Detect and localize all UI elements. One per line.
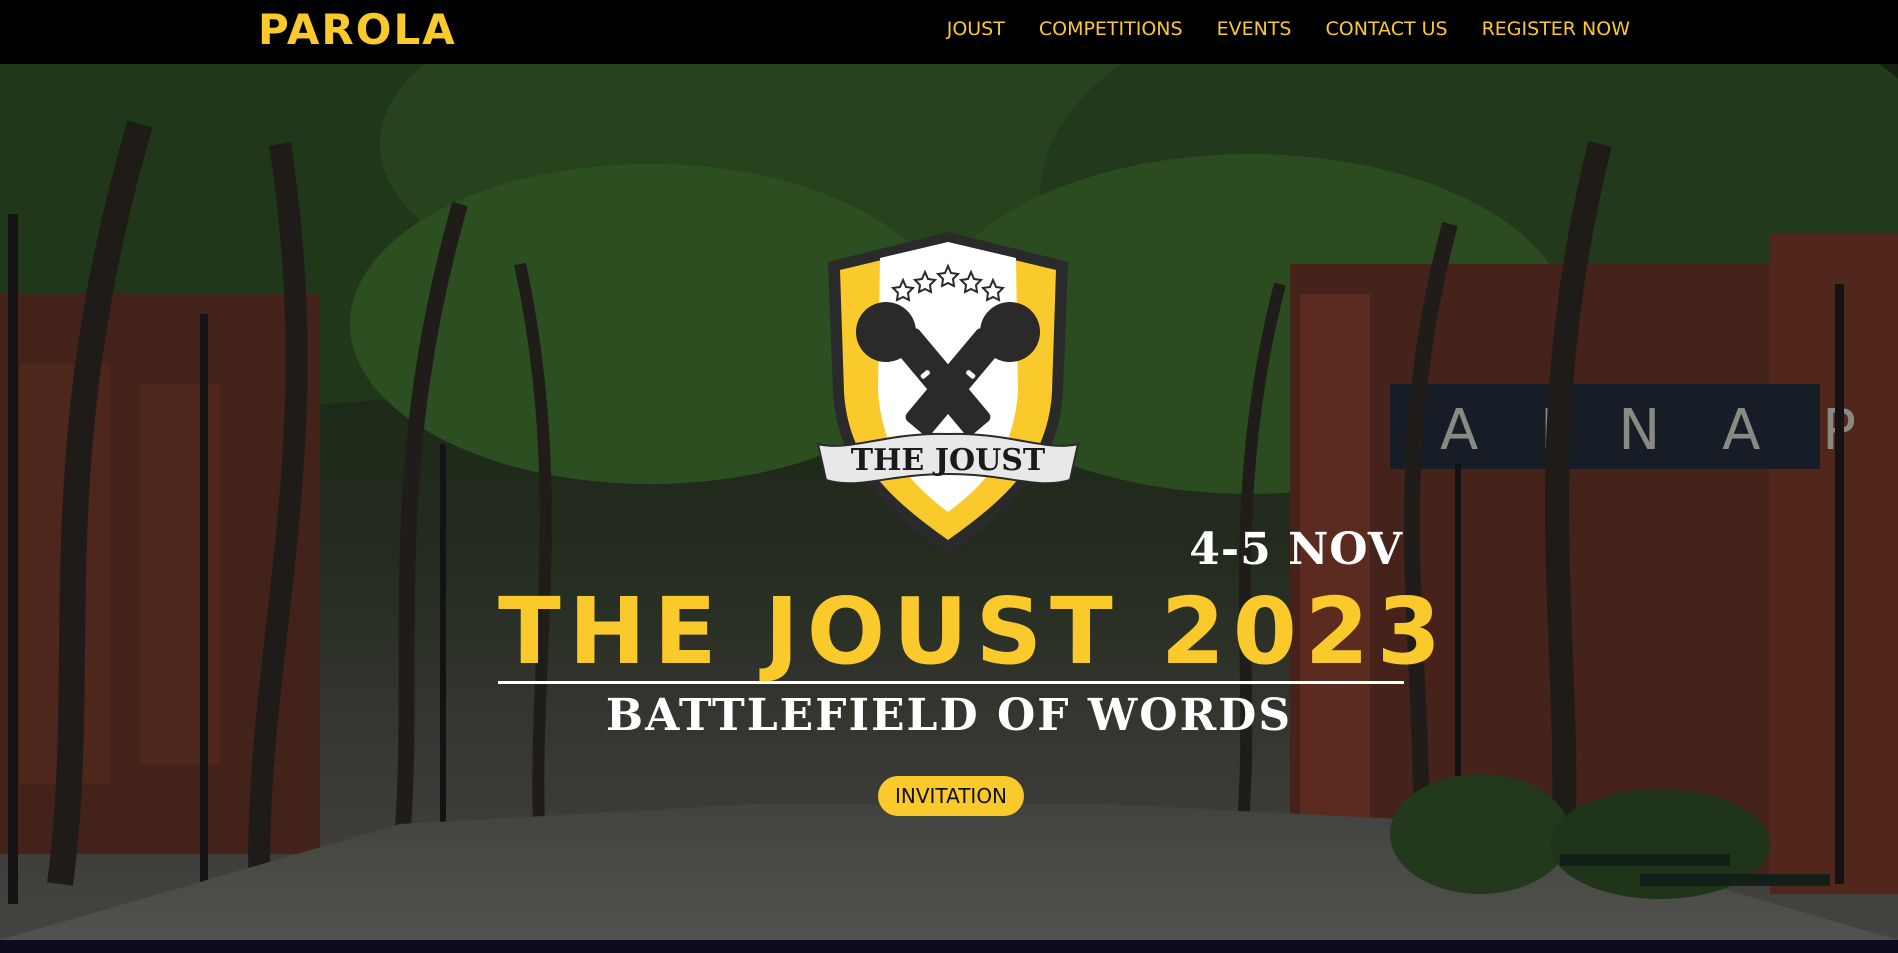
crest-banner-text: THE JOUST <box>851 443 1046 478</box>
hero-subtitle: BATTLEFIELD OF WORDS <box>605 690 1293 741</box>
navbar: PAROLA JOUST COMPETITIONS EVENTS CONTACT… <box>0 0 1898 64</box>
bottom-strip <box>0 940 1898 953</box>
nav-link-register-now[interactable]: REGISTER NOW <box>1482 18 1630 40</box>
nav-links: JOUST COMPETITIONS EVENTS CONTACT US REG… <box>947 18 1630 40</box>
nav-link-joust[interactable]: JOUST <box>947 18 1005 40</box>
title-divider <box>498 681 1404 684</box>
nav-link-competitions[interactable]: COMPETITIONS <box>1039 18 1183 40</box>
event-date: 4-5 NOV <box>1189 524 1403 575</box>
crest-icon: THE JOUST <box>816 232 1080 557</box>
hero-title: THE JOUST 2023 <box>498 578 1449 685</box>
invitation-button[interactable]: INVITATION <box>878 776 1024 816</box>
nav-link-contact-us[interactable]: CONTACT US <box>1325 18 1447 40</box>
brand-logo[interactable]: PAROLA <box>258 5 457 54</box>
nav-link-events[interactable]: EVENTS <box>1217 18 1292 40</box>
